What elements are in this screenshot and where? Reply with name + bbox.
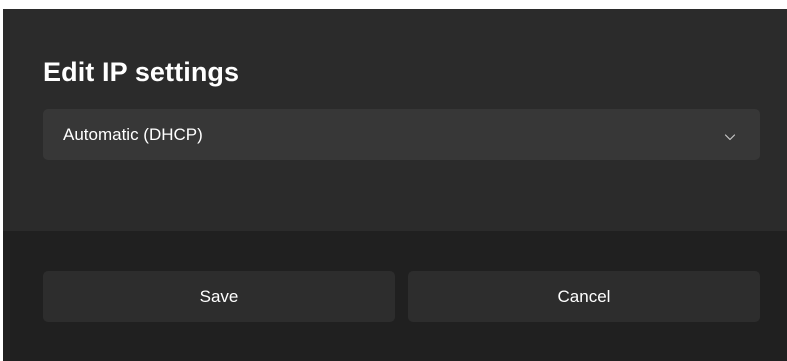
dropdown-selected-value: Automatic (DHCP) (63, 125, 203, 144)
ip-assignment-dropdown[interactable]: Automatic (DHCP) (43, 109, 760, 160)
cancel-button[interactable]: Cancel (408, 271, 760, 322)
dialog-content: Edit IP settings Automatic (DHCP) (3, 9, 787, 231)
edit-ip-settings-dialog: Edit IP settings Automatic (DHCP) Save C… (3, 9, 787, 361)
save-button[interactable]: Save (43, 271, 395, 322)
dialog-footer: Save Cancel (3, 231, 787, 361)
chevron-down-icon (724, 129, 736, 141)
dialog-title: Edit IP settings (43, 57, 240, 87)
